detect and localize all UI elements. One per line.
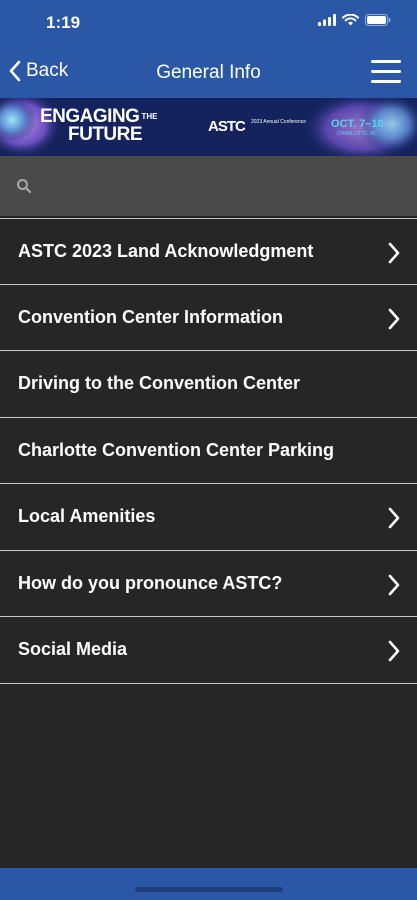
battery-icon: [365, 14, 391, 26]
banner-the: THE: [141, 112, 158, 121]
banner-dates: OCT. 7–10: [331, 118, 384, 130]
search-input[interactable]: [0, 156, 417, 216]
signal-icon: [318, 14, 336, 26]
chevron-right-icon: [388, 574, 400, 595]
page-title: General Info: [156, 62, 261, 83]
list-item-label: Driving to the Convention Center: [18, 373, 301, 394]
status-bar: 1:19: [0, 0, 417, 46]
search-bar: [0, 156, 417, 216]
list-item-label: Convention Center Information: [18, 306, 283, 327]
banner-city: CHARLOTTE, NC: [337, 131, 378, 137]
list-item[interactable]: Local Amenities: [0, 484, 417, 551]
list-item-label: Local Amenities: [18, 506, 156, 527]
list-item-label: Charlotte Convention Center Parking: [18, 439, 335, 460]
list-item[interactable]: Social Media: [0, 617, 417, 684]
list-item-label: ASTC 2023 Land Acknowledgment: [18, 240, 314, 261]
app-header: 1:19 Back General Info: [0, 0, 417, 98]
wifi-icon: [342, 14, 359, 26]
list-item[interactable]: Convention Center Information: [0, 285, 417, 351]
list-item[interactable]: Driving to the Convention Center: [0, 351, 417, 418]
list-item-label: Social Media: [18, 639, 128, 660]
chevron-right-icon: [388, 242, 400, 264]
chevron-right-icon: [388, 640, 400, 662]
home-indicator: [135, 887, 283, 892]
status-time: 1:19: [46, 13, 81, 32]
bottom-bar: [0, 868, 417, 900]
chevron-right-icon: [388, 308, 400, 329]
hamburger-menu-icon[interactable]: [371, 60, 401, 86]
info-list: ASTC 2023 Land Acknowledgment Convention …: [0, 218, 417, 684]
list-item[interactable]: Charlotte Convention Center Parking: [0, 418, 417, 484]
banner-org-logo: ASTC: [208, 118, 246, 135]
chevron-right-icon: [388, 507, 400, 529]
list-item-label: How do you pronounce ASTC?: [18, 572, 283, 593]
conference-banner: ENGAGING THE FUTURE ASTC 2023 Annual Conf…: [0, 98, 417, 156]
banner-line2: FUTURE: [68, 124, 143, 145]
nav-bar: Back General Info: [0, 46, 417, 98]
list-item[interactable]: How do you pronounce ASTC?: [0, 551, 417, 617]
list-item[interactable]: ASTC 2023 Land Acknowledgment: [0, 218, 417, 285]
status-icons: [318, 14, 391, 26]
banner-conference: 2023 Annual Conference: [251, 119, 307, 125]
